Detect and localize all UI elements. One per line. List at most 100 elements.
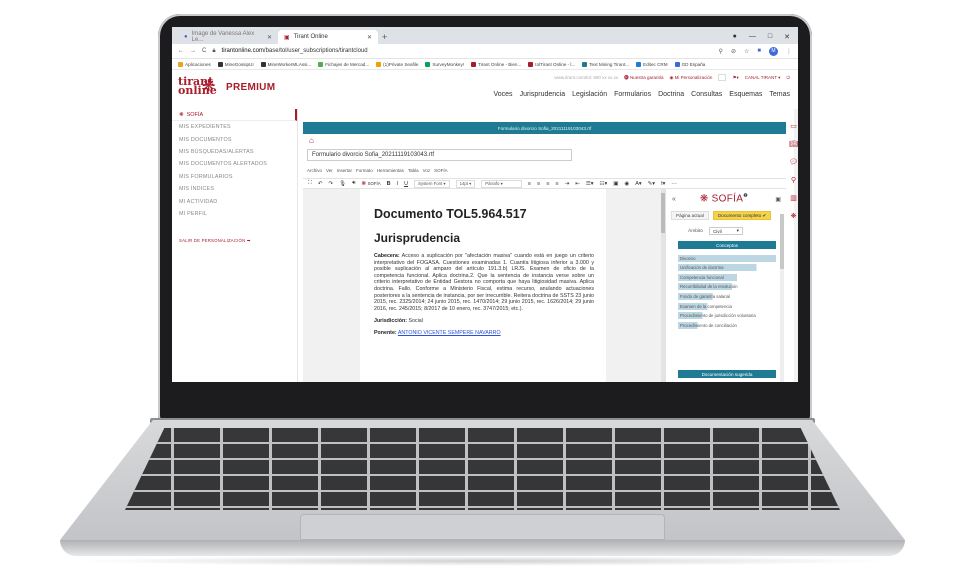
url-input[interactable]: tirantonline.com/base/tol/user_subscript…: [222, 48, 368, 54]
align-left-icon[interactable]: ≡: [528, 181, 531, 187]
sidebar-item-sofia[interactable]: ❋ SOFÍA: [172, 109, 297, 121]
star-icon[interactable]: ☆: [744, 48, 749, 55]
sidebar-item[interactable]: MIS DOCUMENTOS ALERTADOS: [172, 158, 297, 170]
close-icon[interactable]: ✕: [367, 34, 372, 41]
nav-item-formularios[interactable]: Formularios: [614, 91, 651, 98]
outdent-icon[interactable]: ⇤: [575, 181, 580, 187]
minimize-button[interactable]: —: [749, 33, 756, 41]
align-right-icon[interactable]: ≡: [546, 181, 549, 187]
nav-item-jurisprudencia[interactable]: Jurisprudencia: [520, 91, 566, 98]
nav-item-esquemas[interactable]: Esquemas: [729, 91, 762, 98]
concepto-item[interactable]: Procedimiento de conciliación: [678, 321, 776, 329]
text-color-icon[interactable]: A▾: [635, 181, 641, 187]
sofia-scroll-thumb[interactable]: [780, 214, 784, 269]
ambito-select[interactable]: Civil ▾: [708, 227, 743, 235]
document-page[interactable]: Documento TOL5.964.517 Jurisprudencia Ca…: [360, 189, 606, 382]
collapse-icon[interactable]: «: [672, 196, 676, 203]
menu-item[interactable]: SOFÍA: [434, 168, 448, 173]
reload-icon[interactable]: C: [202, 48, 206, 54]
bold-button[interactable]: B: [387, 181, 391, 187]
close-window-button[interactable]: ✕: [784, 33, 790, 41]
help-icon[interactable]: ❷: [743, 193, 748, 199]
underline-button[interactable]: U: [404, 181, 408, 187]
menu-item[interactable]: Voz: [423, 168, 431, 173]
new-tab-button[interactable]: +: [382, 32, 387, 42]
document-name-field[interactable]: Formulario divorcio Sofia_20211119103043…: [307, 149, 572, 161]
bookmark-item[interactable]: MineWorkerMLAssi...: [260, 61, 311, 67]
personalization-link[interactable]: ◉ Mi Personalización: [669, 75, 712, 81]
sidebar-item[interactable]: MIS DOCUMENTOS: [172, 133, 297, 145]
italic-button[interactable]: I: [397, 181, 399, 187]
settings-icon[interactable]: [718, 74, 727, 81]
bookmark-item[interactable]: Editec CRM: [636, 61, 668, 67]
home-icon[interactable]: ⌂: [309, 136, 314, 145]
bookmark-item[interactable]: tolTirant Online - l...: [528, 61, 575, 67]
highlight-icon[interactable]: ✎▾: [648, 181, 655, 187]
ponente-link[interactable]: ANTONIO VICENTE SEMPERE NAVARRO: [398, 330, 501, 336]
power-icon[interactable]: ⏻: [786, 75, 790, 80]
undo-icon[interactable]: ↶: [318, 181, 323, 187]
concepto-item[interactable]: Procedimiento de jurisdicción voluntaria: [678, 312, 776, 320]
menu-item[interactable]: Ver: [326, 168, 333, 173]
menu-item[interactable]: Formato: [356, 168, 373, 173]
profile-avatar[interactable]: M: [769, 46, 778, 56]
microphone-icon[interactable]: 🎙︎: [339, 181, 346, 187]
chat-icon[interactable]: 💬︎: [789, 158, 798, 166]
speaker-icon[interactable]: 🔊︎: [352, 180, 355, 187]
sidebar-item[interactable]: MIS EXPEDIENTES: [172, 121, 297, 133]
flag-icon[interactable]: ⚑▾: [732, 75, 738, 81]
justify-icon[interactable]: ≡: [555, 181, 558, 187]
clear-format-icon[interactable]: Ɨ▾: [661, 181, 665, 187]
fullscreen-icon[interactable]: ⛶: [308, 180, 312, 187]
nav-item-legislación[interactable]: Legislación: [572, 91, 607, 98]
align-center-icon[interactable]: ≡: [537, 181, 540, 187]
concepto-item[interactable]: Unificación de doctrina: [678, 264, 776, 272]
size-select[interactable]: 14pt ▾: [455, 179, 476, 188]
bookmark-item[interactable]: SurveyMonkey!: [425, 61, 464, 67]
concepto-item[interactable]: Divorcio: [678, 254, 776, 262]
nav-item-voces[interactable]: Voces: [493, 91, 512, 98]
bookmark-item[interactable]: Aplicaciones: [178, 61, 211, 67]
exit-personalization-link[interactable]: SALIR DE PERSONALIZACIÓN ➡: [172, 238, 297, 244]
bookmark-item[interactable]: MineGossipUI: [217, 61, 254, 67]
archive-icon[interactable]: ▥: [790, 194, 797, 202]
bookmark-item[interactable]: Tirant Online - Bien...: [471, 61, 521, 67]
extension-icon[interactable]: ■: [757, 48, 761, 54]
forward-icon[interactable]: →: [190, 48, 196, 54]
back-icon[interactable]: ←: [178, 48, 184, 54]
user-menu[interactable]: CANAL TIRANT ▾: [745, 75, 781, 81]
book-icon[interactable]: 📖︎: [789, 140, 798, 148]
browser-tab-active[interactable]: ▣ Tirant Online ✕: [278, 30, 378, 44]
bookmark-item[interactable]: Text Mining Tirant...: [582, 61, 629, 67]
bookmark-item[interactable]: GD España: [674, 61, 705, 67]
menu-item[interactable]: Herramientas: [377, 168, 404, 173]
font-select[interactable]: System Font ▾: [414, 179, 450, 188]
sofia-tool-button[interactable]: ❋ SOFÍA: [362, 181, 381, 187]
bullet-list-icon[interactable]: ☰▾: [586, 181, 594, 187]
bookmark-item[interactable]: (1)Private Seafile: [376, 61, 418, 67]
sidebar-item[interactable]: MIS ÍNDICES: [172, 183, 297, 195]
menu-item[interactable]: Insertar: [337, 168, 352, 173]
concepto-item[interactable]: Recurribilidad de la resolución: [678, 283, 776, 291]
image-icon[interactable]: ▣: [613, 181, 618, 187]
current-page-button[interactable]: Página actual: [671, 211, 709, 220]
browser-tab[interactable]: ● Image de Vanessa Alex Le... ✕: [178, 30, 278, 44]
sidebar-item[interactable]: MI PERFIL: [172, 208, 297, 220]
maximize-button[interactable]: □: [768, 33, 772, 41]
preview-icon[interactable]: ◉: [624, 181, 629, 187]
indent-icon[interactable]: ⇥: [565, 181, 570, 187]
concepto-item[interactable]: Fondo de garantía salarial: [678, 292, 776, 300]
redo-icon[interactable]: ↷: [328, 181, 333, 187]
close-panel-icon[interactable]: ▣: [775, 196, 781, 203]
sidebar-item[interactable]: MI ACTIVIDAD: [172, 195, 297, 207]
number-list-icon[interactable]: ☷▾: [600, 181, 608, 187]
close-icon[interactable]: ✕: [267, 34, 272, 41]
concepto-item[interactable]: Examen de la competencia: [678, 302, 776, 310]
sofia-icon[interactable]: ❋: [791, 212, 797, 220]
menu-dots-icon[interactable]: ⋮: [786, 48, 792, 55]
nav-item-consultas[interactable]: Consultas: [691, 91, 722, 98]
nav-item-doctrina[interactable]: Doctrina: [658, 91, 684, 98]
style-select[interactable]: Párrafo ▾: [481, 179, 522, 188]
concepto-item[interactable]: Competencia funcional: [678, 273, 776, 281]
search-icon[interactable]: ⚲: [719, 48, 723, 55]
